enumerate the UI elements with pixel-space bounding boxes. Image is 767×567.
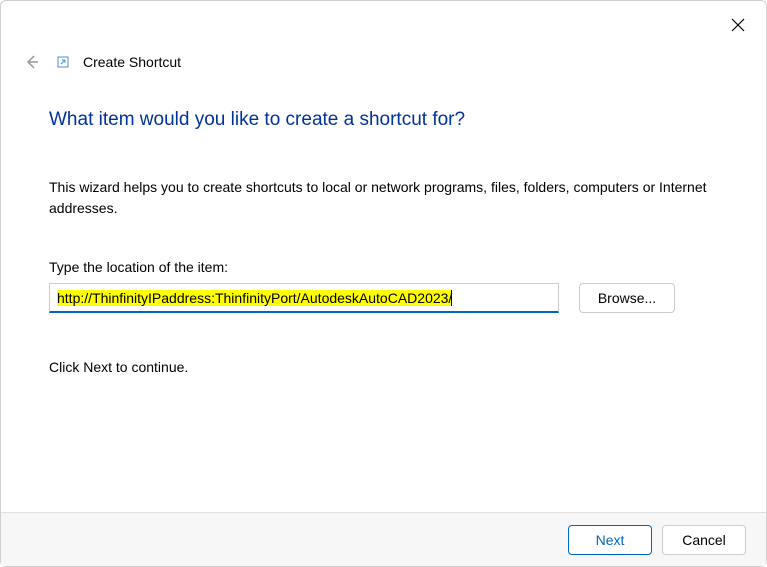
close-icon <box>731 18 745 32</box>
shortcut-icon <box>57 56 69 68</box>
window-title: Create Shortcut <box>83 54 181 70</box>
header-row: Create Shortcut <box>21 51 181 73</box>
continue-text: Click Next to continue. <box>49 359 718 375</box>
browse-button[interactable]: Browse... <box>579 283 675 313</box>
content-area: What item would you like to create a sho… <box>49 109 718 375</box>
main-heading: What item would you like to create a sho… <box>49 109 718 131</box>
location-input-wrap: http://ThinfinityIPaddress:ThinfinityPor… <box>49 283 559 313</box>
location-label: Type the location of the item: <box>49 259 718 275</box>
location-input[interactable] <box>49 283 559 313</box>
footer: Next Cancel <box>1 512 766 566</box>
next-button[interactable]: Next <box>568 525 652 555</box>
input-row: http://ThinfinityIPaddress:ThinfinityPor… <box>49 283 718 313</box>
close-button[interactable] <box>726 13 750 37</box>
cancel-button[interactable]: Cancel <box>662 525 746 555</box>
back-arrow-icon <box>21 51 43 73</box>
wizard-description: This wizard helps you to create shortcut… <box>49 177 718 219</box>
